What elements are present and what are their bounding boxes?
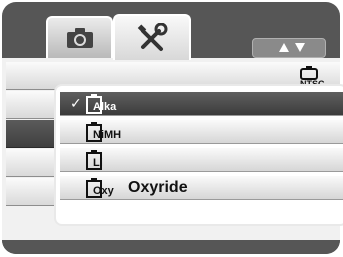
battery-option-li[interactable]: Li	[60, 148, 343, 172]
tab-camera[interactable]	[46, 16, 113, 58]
battery-option-nimh[interactable]: NiMH	[60, 120, 343, 144]
battery-label: NiMH	[93, 129, 122, 141]
wrench-screwdriver-icon	[137, 23, 168, 51]
bottom-frame	[2, 240, 340, 254]
battery-name: Oxyride	[128, 179, 188, 196]
checkmark-icon: ✓	[70, 95, 82, 111]
battery-label: Oxy	[93, 185, 114, 197]
arrow-up-icon[interactable]	[279, 43, 289, 52]
battery-option-oxyride[interactable]: Oxy Oxyride	[60, 176, 343, 200]
scroll-indicator	[252, 38, 326, 58]
battery-label: Alka	[93, 101, 117, 113]
battery-option-alka[interactable]: ✓ Alka	[60, 92, 343, 116]
arrow-down-icon[interactable]	[295, 43, 305, 52]
camera-icon	[66, 28, 93, 48]
battery-type-submenu: ✓ Alka NiMH Li Oxy Oxyride	[54, 84, 343, 226]
battery-label: Li	[93, 157, 103, 169]
tab-setup[interactable]	[113, 14, 191, 60]
